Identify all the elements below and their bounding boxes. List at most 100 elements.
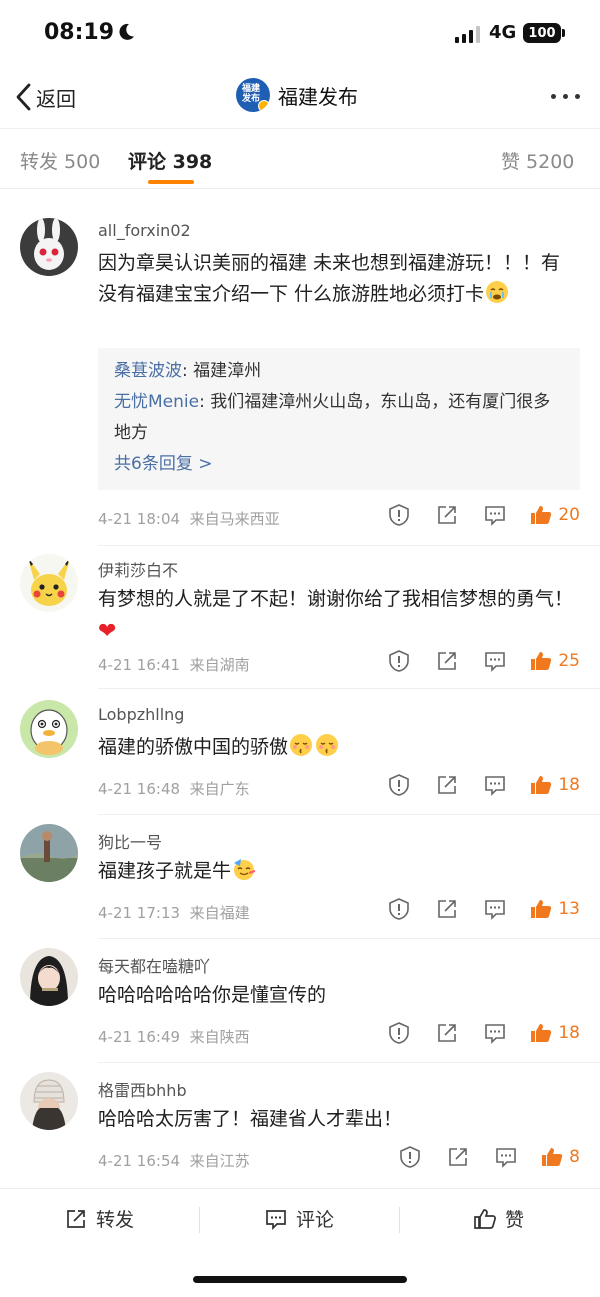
comment-username[interactable]: Lobpzhllng bbox=[98, 705, 184, 724]
comment-actions: 18 bbox=[363, 1021, 580, 1045]
reply-preview-box[interactable]: 桑葚波波: 福建漳州 无忧Menie: 我们福建漳州火山岛，东山岛，还有厦门很多… bbox=[98, 348, 580, 490]
divider bbox=[98, 814, 600, 815]
divider bbox=[98, 688, 600, 689]
comment-text: 福建孩子就是牛 bbox=[98, 856, 578, 887]
home-indicator[interactable] bbox=[193, 1276, 407, 1283]
like-post-button[interactable]: 赞 bbox=[473, 1205, 524, 1232]
comment-text-content: 哈哈哈哈哈哈你是懂宣传的 bbox=[98, 984, 327, 1006]
repost-label: 转发 bbox=[96, 1209, 135, 1231]
report-icon[interactable] bbox=[387, 1021, 411, 1045]
divider bbox=[199, 1207, 200, 1233]
thumbs-up-icon bbox=[531, 900, 552, 918]
avatar[interactable] bbox=[20, 824, 78, 882]
repost-button[interactable]: 转发 bbox=[64, 1205, 134, 1232]
verified-badge-icon bbox=[258, 100, 270, 112]
like-button[interactable]: 18 bbox=[529, 1021, 580, 1045]
avatar[interactable] bbox=[20, 1072, 78, 1130]
chevron-left-icon bbox=[16, 83, 31, 111]
tab-likes[interactable]: 赞 5200 bbox=[501, 147, 574, 174]
divider bbox=[98, 545, 600, 546]
comment-icon[interactable] bbox=[483, 649, 507, 673]
comment-meta: 4-21 16:41 来自湖南 bbox=[98, 654, 250, 675]
like-button[interactable]: 18 bbox=[529, 773, 580, 797]
like-button[interactable]: 13 bbox=[529, 897, 580, 921]
like-count: 18 bbox=[558, 1023, 580, 1043]
comment-username[interactable]: all_forxin02 bbox=[98, 221, 191, 240]
kissing-face-icon bbox=[316, 734, 339, 756]
report-icon[interactable] bbox=[387, 649, 411, 673]
account-name: 福建发布 bbox=[278, 84, 358, 109]
reply-item: 桑葚波波: 福建漳州 bbox=[114, 356, 564, 387]
share-icon bbox=[67, 1209, 85, 1228]
comment-icon[interactable] bbox=[483, 897, 507, 921]
comment-meta: 4-21 16:49 来自陕西 bbox=[98, 1026, 250, 1047]
comment-icon[interactable] bbox=[483, 1021, 507, 1045]
report-icon[interactable] bbox=[387, 773, 411, 797]
avatar[interactable] bbox=[20, 218, 78, 276]
like-count: 8 bbox=[569, 1147, 580, 1167]
comment-icon bbox=[266, 1209, 286, 1230]
comment-location: 来自马来西亚 bbox=[189, 510, 280, 528]
like-button[interactable]: 20 bbox=[529, 503, 580, 527]
comment-actions: 25 bbox=[363, 649, 580, 673]
report-icon[interactable] bbox=[398, 1145, 422, 1169]
comment-text-content: 福建孩子就是牛 bbox=[98, 860, 232, 882]
account-header[interactable]: 福建 发布 福建发布 bbox=[236, 78, 358, 112]
comment-location: 来自江苏 bbox=[189, 1152, 250, 1170]
report-icon[interactable] bbox=[387, 897, 411, 921]
share-icon[interactable] bbox=[435, 897, 459, 921]
report-icon[interactable] bbox=[387, 503, 411, 527]
more-icon[interactable] bbox=[551, 94, 580, 99]
comment-text: 哈哈哈太厉害了！福建省人才辈出！ bbox=[98, 1104, 578, 1135]
tab-repost[interactable]: 转发 500 bbox=[20, 147, 100, 174]
bottom-action-bar: 转发 评论 赞 bbox=[0, 1188, 600, 1252]
comment-date: 4-21 17:13 bbox=[98, 904, 181, 922]
like-button[interactable]: 25 bbox=[529, 649, 580, 673]
tabs-divider bbox=[0, 188, 600, 189]
like-count: 20 bbox=[558, 505, 580, 525]
comment-button[interactable]: 评论 bbox=[264, 1205, 334, 1232]
comment-icon[interactable] bbox=[483, 503, 507, 527]
tab-comments[interactable]: 评论 398 bbox=[128, 147, 212, 174]
comment-username[interactable]: 格雷西bhhb bbox=[98, 1077, 187, 1101]
comment-text-content: 有梦想的人就是了不起！谢谢你给了我相信梦想的勇气！ bbox=[98, 588, 574, 610]
avatar[interactable] bbox=[20, 554, 78, 612]
like-count: 18 bbox=[558, 775, 580, 795]
share-icon[interactable] bbox=[435, 503, 459, 527]
status-bar: 08:19 4G 100 bbox=[0, 0, 600, 70]
comment-meta: 4-21 17:13 来自福建 bbox=[98, 902, 250, 923]
like-count: 25 bbox=[558, 651, 580, 671]
reply-author[interactable]: 无忧Menie bbox=[114, 392, 199, 412]
thumbs-up-icon bbox=[531, 1024, 552, 1042]
comment-text: 哈哈哈哈哈哈你是懂宣传的 bbox=[98, 980, 578, 1011]
back-label: 返回 bbox=[36, 86, 76, 111]
comment-icon[interactable] bbox=[494, 1145, 518, 1169]
like-button[interactable]: 8 bbox=[540, 1145, 580, 1169]
share-icon[interactable] bbox=[435, 773, 459, 797]
comment-date: 4-21 16:49 bbox=[98, 1028, 181, 1046]
kissing-face-icon bbox=[290, 734, 313, 756]
comment-username[interactable]: 每天都在嗑糖吖 bbox=[98, 953, 210, 977]
nav-bar: 返回 福建 发布 福建发布 bbox=[0, 70, 600, 126]
share-icon[interactable] bbox=[446, 1145, 470, 1169]
comment-username[interactable]: 伊莉莎白不 bbox=[98, 557, 178, 581]
comment-location: 来自湖南 bbox=[189, 656, 250, 674]
divider bbox=[98, 1062, 600, 1063]
share-icon[interactable] bbox=[435, 1021, 459, 1045]
more-replies-link[interactable]: 共6条回复 > bbox=[114, 449, 564, 480]
comment-username[interactable]: 狗比一号 bbox=[98, 829, 162, 853]
share-icon[interactable] bbox=[435, 649, 459, 673]
like-count: 13 bbox=[558, 899, 580, 919]
reply-author[interactable]: 桑葚波波 bbox=[114, 361, 182, 381]
avatar[interactable] bbox=[20, 700, 78, 758]
comment-icon[interactable] bbox=[483, 773, 507, 797]
comment-actions: 8 bbox=[374, 1145, 580, 1169]
divider bbox=[98, 938, 600, 939]
tab-bar: 转发 500 评论 398 赞 5200 bbox=[0, 128, 600, 188]
back-button[interactable]: 返回 bbox=[14, 82, 76, 112]
thumbs-up-icon bbox=[531, 776, 552, 794]
avatar[interactable] bbox=[20, 948, 78, 1006]
comment-text: 福建的骄傲中国的骄傲 bbox=[98, 732, 578, 763]
comment-meta: 4-21 18:04 来自马来西亚 bbox=[98, 508, 280, 529]
thumbs-up-icon bbox=[531, 506, 552, 524]
